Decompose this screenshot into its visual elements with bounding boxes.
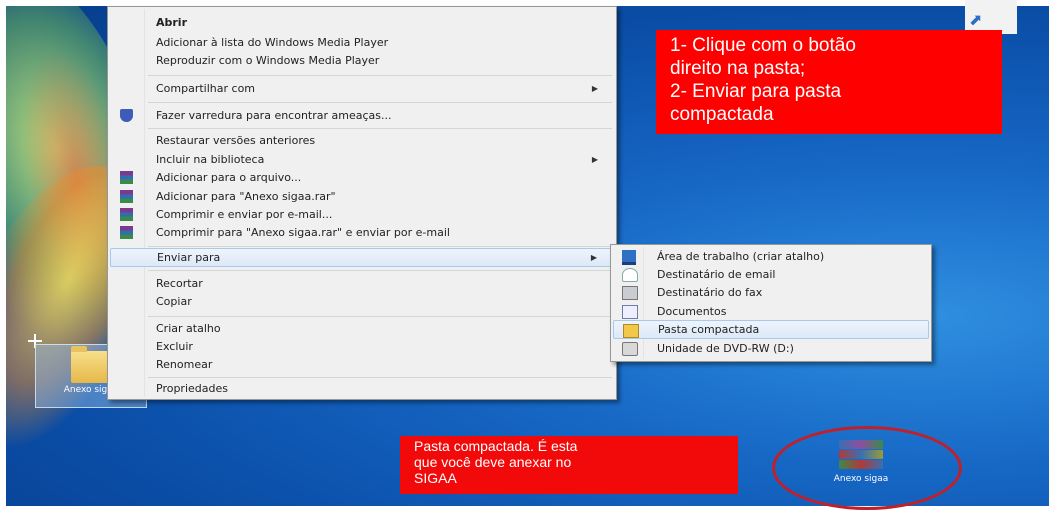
highlight-circle bbox=[772, 426, 962, 510]
winrar-icon bbox=[120, 208, 133, 221]
menu-item-play-media-player[interactable]: Reproduzir com o Windows Media Player bbox=[110, 51, 614, 70]
menu-separator bbox=[148, 316, 612, 317]
menu-separator bbox=[148, 102, 612, 103]
submenu-item-email[interactable]: Destinatário de email bbox=[613, 265, 929, 284]
instruction-line: que você deve anexar no bbox=[414, 454, 572, 470]
menu-item-copiar[interactable]: Copiar bbox=[110, 292, 614, 311]
instruction-line: Pasta compactada. É esta bbox=[414, 438, 578, 454]
menu-item-renomear[interactable]: Renomear bbox=[110, 355, 614, 374]
desktop-icon bbox=[622, 250, 636, 265]
winrar-icon bbox=[120, 226, 133, 239]
menu-separator bbox=[148, 246, 612, 247]
submenu-item-dvd[interactable]: Unidade de DVD-RW (D:) bbox=[613, 339, 929, 358]
submenu-item-documentos[interactable]: Documentos bbox=[613, 302, 929, 321]
submenu-arrow-icon: ▶ bbox=[591, 84, 598, 93]
send-to-submenu: Área de trabalho (criar atalho) Destinat… bbox=[610, 244, 932, 362]
winrar-icon bbox=[120, 171, 133, 184]
menu-item-add-media-player[interactable]: Adicionar à lista do Windows Media Playe… bbox=[110, 33, 614, 52]
instruction-note-top: 1- Clique com o botão direito na pasta; … bbox=[656, 30, 1002, 134]
menu-item-excluir[interactable]: Excluir bbox=[110, 337, 614, 356]
fax-icon bbox=[622, 286, 638, 300]
winrar-icon bbox=[120, 190, 133, 203]
zip-folder-icon bbox=[623, 324, 639, 338]
menu-item-abrir[interactable]: Abrir bbox=[110, 13, 614, 32]
instruction-line: 2- Enviar para pasta bbox=[670, 81, 842, 102]
menu-item-compress-rar-email[interactable]: Comprimir para "Anexo sigaa.rar" e envia… bbox=[110, 223, 614, 242]
mail-icon bbox=[622, 268, 638, 282]
instruction-line: direito na pasta; bbox=[670, 58, 806, 79]
menu-item-add-to-archive[interactable]: Adicionar para o arquivo... bbox=[110, 168, 614, 187]
menu-separator bbox=[148, 128, 612, 129]
menu-separator bbox=[148, 75, 612, 76]
submenu-arrow-icon: ▶ bbox=[591, 155, 598, 164]
menu-separator bbox=[148, 377, 612, 378]
submenu-item-fax[interactable]: Destinatário do fax bbox=[613, 283, 929, 302]
submenu-arrow-icon: ▶ bbox=[590, 253, 597, 262]
menu-item-restore-versions[interactable]: Restaurar versões anteriores bbox=[110, 131, 614, 150]
instruction-note-bottom: Pasta compactada. É esta que você deve a… bbox=[400, 436, 738, 494]
menu-item-propriedades[interactable]: Propriedades bbox=[110, 379, 614, 398]
instruction-line: 1- Clique com o botão bbox=[670, 35, 856, 56]
submenu-item-desktop[interactable]: Área de trabalho (criar atalho) bbox=[613, 247, 929, 266]
shield-icon bbox=[120, 109, 133, 122]
menu-item-criar-atalho[interactable]: Criar atalho bbox=[110, 319, 614, 338]
menu-item-add-to-rar[interactable]: Adicionar para "Anexo sigaa.rar" bbox=[110, 187, 614, 206]
menu-item-enviar-para[interactable]: Enviar para ▶ bbox=[110, 248, 614, 267]
menu-item-recortar[interactable]: Recortar bbox=[110, 274, 614, 293]
documents-icon bbox=[622, 305, 638, 319]
dvd-drive-icon bbox=[622, 342, 638, 356]
menu-item-scan-threats[interactable]: Fazer varredura para encontrar ameaças..… bbox=[110, 106, 614, 125]
instruction-line: SIGAA bbox=[414, 470, 457, 486]
instruction-line: compactada bbox=[670, 104, 774, 125]
submenu-item-pasta-compactada[interactable]: Pasta compactada bbox=[613, 320, 929, 339]
desktop-shortcut-icon[interactable]: ⬈ bbox=[965, 0, 1017, 34]
menu-item-compartilhar[interactable]: Compartilhar com ▶ bbox=[110, 79, 614, 98]
menu-item-include-library[interactable]: Incluir na biblioteca ▶ bbox=[110, 150, 614, 169]
menu-separator bbox=[148, 270, 612, 271]
context-menu: Abrir Adicionar à lista do Windows Media… bbox=[107, 6, 617, 400]
menu-item-compress-email[interactable]: Comprimir e enviar por e-mail... bbox=[110, 205, 614, 224]
folder-icon bbox=[71, 346, 111, 383]
